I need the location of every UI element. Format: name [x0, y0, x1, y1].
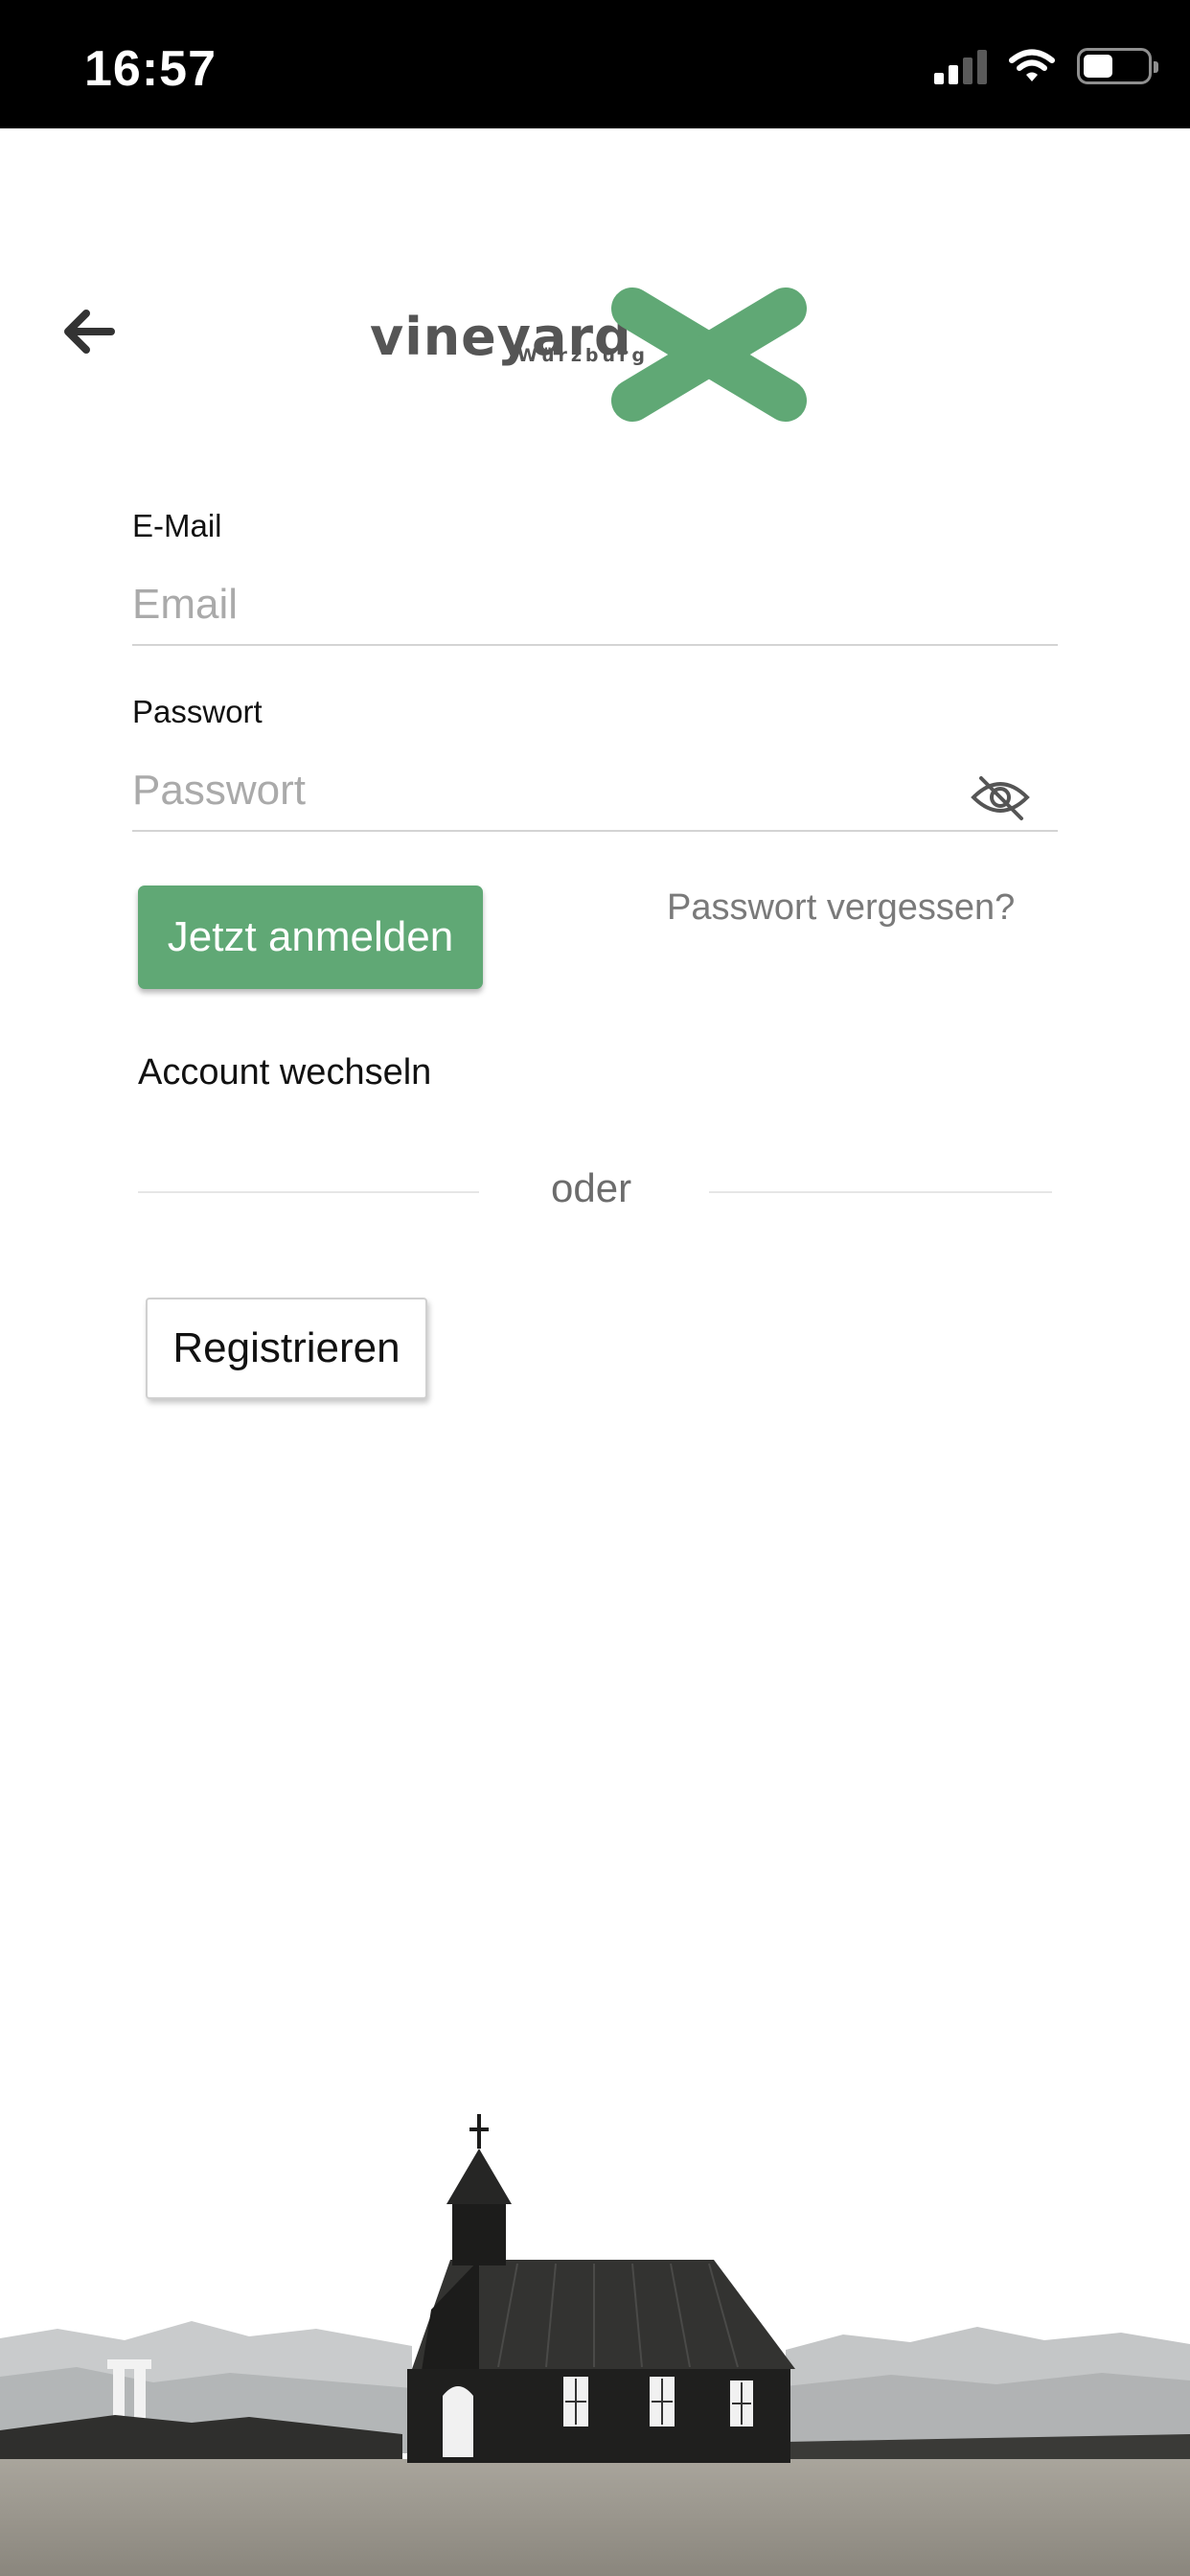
- vineyard-logo: vineyard Würzburg: [364, 288, 824, 422]
- divider-line-right: [709, 1191, 1052, 1193]
- wifi-icon: [1009, 49, 1055, 81]
- logo-x-mark: [611, 288, 807, 422]
- password-label: Passwort: [132, 694, 263, 729]
- email-field-container: [132, 565, 1058, 646]
- eye-off-icon[interactable]: [970, 772, 1031, 822]
- back-button[interactable]: [54, 297, 123, 366]
- divider-text: oder: [551, 1165, 632, 1210]
- status-icons: [934, 48, 1158, 84]
- password-field-container: [132, 751, 1058, 832]
- login-button[interactable]: Jetzt anmelden: [138, 886, 483, 989]
- church-landscape-image: [0, 2114, 1190, 2576]
- email-input[interactable]: [132, 565, 1058, 644]
- password-input[interactable]: [132, 751, 1058, 830]
- arrow-left-icon: [64, 310, 115, 354]
- divider-line-left: [138, 1191, 479, 1193]
- status-bar: 16:57: [0, 0, 1190, 128]
- status-time: 16:57: [84, 41, 217, 97]
- email-label: E-Mail: [132, 508, 222, 543]
- battery-icon: [1077, 48, 1158, 84]
- forgot-password-link[interactable]: Passwort vergessen?: [667, 887, 1015, 929]
- switch-account-link[interactable]: Account wechseln: [138, 1052, 431, 1093]
- register-button[interactable]: Registrieren: [146, 1298, 427, 1399]
- cellular-signal-icon: [934, 48, 987, 84]
